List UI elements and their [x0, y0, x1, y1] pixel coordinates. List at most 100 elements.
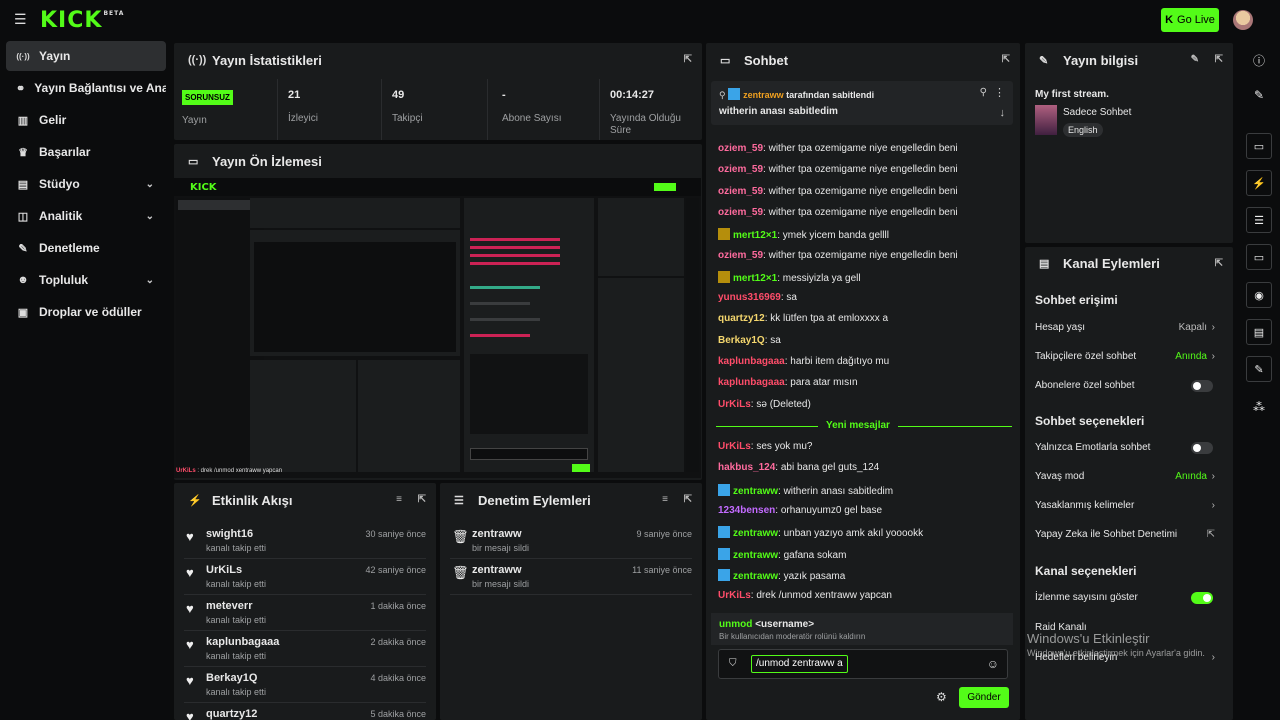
sidebar-item-label: Topluluk — [39, 273, 89, 287]
bolt-icon: ⚡ — [188, 494, 202, 507]
banned-words-row[interactable]: Yasaklanmış kelimeler › — [1035, 491, 1223, 520]
chat-message[interactable]: kaplunbagaaa: harbi item dağıtıyo mu — [718, 356, 1010, 377]
show-viewers-toggle[interactable] — [1191, 591, 1213, 604]
popout-icon[interactable]: ⇱ — [418, 494, 426, 505]
subs-only-toggle[interactable] — [1191, 379, 1213, 392]
gear-icon[interactable]: ⚙ — [936, 690, 947, 704]
list-item[interactable]: 🗑 zentraww bir mesajı sildi 11 saniye önce — [450, 561, 692, 595]
chat-input-box[interactable]: ⛉ /unmod zentraww a ☺ — [718, 649, 1008, 679]
heart-icon: ♥ — [186, 637, 194, 652]
list-item[interactable]: 🗑 zentraww bir mesajı sildi 9 saniye önce — [450, 525, 692, 559]
rail-wrench-icon[interactable]: ✎ — [1246, 356, 1272, 382]
activation-watermark: Windows'u Etkinleştir Windows'u etkinleş… — [1027, 631, 1205, 658]
unpin-icon[interactable]: ⚲ — [980, 87, 987, 98]
sidebar-item-7[interactable]: ☻ Topluluk ⌄ — [6, 265, 166, 295]
edit-icon[interactable]: ✎ — [1191, 54, 1199, 65]
panel-header: ☰ Denetim Eylemleri ≡ ⇱ — [440, 483, 702, 517]
popout-icon[interactable]: ⇱ — [684, 494, 692, 505]
stream-preview-video[interactable]: KICK UrKiLs : drek /unmod xentraww yapca… — [174, 178, 701, 478]
chat-message[interactable]: UrKiLs: sə (Deleted) — [718, 399, 1010, 420]
list-item[interactable]: ♥ swight16 kanalı takip etti 30 saniye önce — [184, 525, 426, 559]
avatar[interactable] — [1233, 10, 1253, 30]
list-item[interactable]: ♥ meteverr kanalı takip etti 1 dakika önce — [184, 597, 426, 631]
kick-logo[interactable]: KICKBETA — [40, 8, 123, 33]
chat-message[interactable]: oziem_59: wither tpa ozemigame niye enge… — [718, 143, 1010, 164]
chat-input[interactable]: /unmod zentraww a — [751, 655, 848, 673]
chat-message[interactable]: zentraww: witherin anası sabitledim — [718, 483, 1010, 505]
sidebar-item-8[interactable]: ▣ Droplar ve ödüller — [6, 297, 166, 327]
emotes-only-toggle[interactable] — [1191, 441, 1213, 454]
list-item[interactable]: ♥ quartzy12 5 dakika önce — [184, 705, 426, 720]
chat-message[interactable]: oziem_59: wither tpa ozemigame niye enge… — [718, 250, 1010, 271]
preview-icon: ▭ — [188, 155, 199, 168]
popout-icon[interactable]: ⇱ — [1215, 258, 1223, 269]
followers-only-row[interactable]: Takipçilere özel sohbet Anında › — [1035, 342, 1223, 371]
section-channel-options: Kanal seçenekleri — [1035, 564, 1137, 578]
sidebar-item-5[interactable]: ◫ Analitik ⌄ — [6, 201, 166, 231]
command-suggestion[interactable]: unmod <username> Bir kullanıcıdan modera… — [711, 613, 1013, 645]
account-age-row[interactable]: Hesap yaşı Kapalı › — [1035, 313, 1223, 342]
slow-mode-row[interactable]: Yavaş mod Anında › — [1035, 462, 1223, 491]
more-icon[interactable]: ⋮ — [994, 86, 1005, 99]
sidebar-item-3[interactable]: ♛ Başarılar — [6, 137, 166, 167]
pinned-message[interactable]: ⚲ zentraww tarafından sabitlendi witheri… — [711, 81, 1013, 125]
sidebar-item-label: Droplar ve ödüller — [39, 305, 142, 319]
ai-moderation-row[interactable]: Yapay Zeka ile Sohbet Denetimi ⇱ — [1035, 520, 1223, 549]
chat-message[interactable]: Berkay1Q: sa — [718, 335, 1010, 356]
sidebar-item-label: Başarılar — [39, 145, 91, 159]
chat-message[interactable]: zentraww: gafana sokam — [718, 547, 1010, 569]
list-item[interactable]: ♥ Berkay1Q kanalı takip etti 4 dakika önce — [184, 669, 426, 703]
sidebar-item-1[interactable]: ⚭ Yayın Bağlantısı ve Anahtarı — [6, 73, 166, 103]
list-item[interactable]: ♥ kaplunbagaaa kanalı takip etti 2 dakika ö… — [184, 633, 426, 667]
filter-icon[interactable]: ≡ — [662, 494, 668, 505]
rail-bolt-icon[interactable]: ⚡ — [1246, 170, 1272, 196]
chat-message[interactable]: quartzy12: kk lütfen tpa at emloxxxx a — [718, 313, 1010, 334]
filter-icon[interactable]: ≡ — [396, 494, 402, 505]
stream-info-panel: ✎ Yayın bilgisi ✎ ⇱ My first stream. Sadece… — [1025, 43, 1233, 243]
chat-message[interactable]: zentraww: unban yazıyo amk akıl yooookk — [718, 526, 1010, 547]
chat-message[interactable]: oziem_59: wither tpa ozemigame niye enge… — [718, 207, 1010, 228]
emoji-icon[interactable]: ☺ — [987, 657, 999, 671]
go-live-button[interactable]: K Go Live — [1161, 8, 1219, 32]
popout-icon[interactable]: ⇱ — [1002, 54, 1010, 65]
kick-k-icon: K — [1165, 14, 1174, 26]
chat-message[interactable]: hakbus_124: abi bana gel guts_124 — [718, 462, 1010, 483]
popout-icon[interactable]: ⇱ — [684, 54, 692, 65]
sidebar-item-0[interactable]: ((·)) Yayın — [6, 41, 166, 71]
rail-channel-icon[interactable]: ▤ — [1246, 319, 1272, 345]
send-button[interactable]: Gönder — [959, 687, 1009, 708]
panel-header: ▭ Yayın Ön İzlemesi — [174, 144, 702, 178]
chat-message[interactable]: zentraww: yazık pasama — [718, 568, 1010, 590]
heart-icon: ♥ — [186, 673, 194, 688]
chat-message[interactable]: kaplunbagaaa: para atar mısın — [718, 377, 1010, 398]
more-widgets-icon[interactable]: ⁂ — [1251, 400, 1267, 416]
chat-message[interactable]: UrKiLs: ses yok mu? — [718, 441, 1010, 462]
sidebar-item-2[interactable]: ▥ Gelir — [6, 105, 166, 135]
gift-icon: ▣ — [17, 306, 29, 319]
edit-icon[interactable]: ✎ — [1251, 88, 1267, 104]
list-item[interactable]: ♥ UrKiLs kanalı takip etti 42 saniye önce — [184, 561, 426, 595]
external-link-icon: ⇱ — [1206, 529, 1215, 540]
wrench-icon: ✎ — [18, 242, 28, 255]
rail-broadcast-icon[interactable]: ◉ — [1246, 282, 1272, 308]
popout-icon[interactable]: ⇱ — [1215, 54, 1223, 65]
chat-message[interactable]: 1234bensen: orhanuyumz0 gel base — [718, 505, 1010, 526]
menu-icon[interactable]: ☰ — [14, 12, 28, 26]
sidebar-item-4[interactable]: ▤ Stüdyo ⌄ — [6, 169, 166, 199]
rail-stats-icon[interactable]: ▭ — [1246, 133, 1272, 159]
sidebar-item-label: Gelir — [39, 113, 67, 127]
chat-message[interactable]: oziem_59: wither tpa ozemigame niye enge… — [718, 186, 1010, 207]
section-chat-options: Sohbet seçenekleri — [1035, 414, 1145, 428]
arrow-down-icon[interactable]: ↓ — [1000, 107, 1006, 119]
stat-uptime: 00:14:27 Yayında Olduğu Süre — [610, 89, 681, 136]
info-icon[interactable]: ⓘ — [1251, 52, 1267, 68]
chat-message[interactable]: UrKiLs: drek /unmod xentraww yapcan — [718, 590, 1010, 611]
chat-message[interactable]: mert12×1: messiyizla ya gell — [718, 270, 1010, 292]
chat-message[interactable]: yunus316969: sa — [718, 292, 1010, 313]
chat-message[interactable]: mert12×1: ymek yicem banda gellll — [718, 228, 1010, 249]
chevron-right-icon: › — [1211, 500, 1215, 511]
rail-chat-icon[interactable]: ▭ — [1246, 244, 1272, 270]
rail-list-icon[interactable]: ☰ — [1246, 207, 1272, 233]
sidebar-item-6[interactable]: ✎ Denetleme — [6, 233, 166, 263]
chat-message[interactable]: oziem_59: wither tpa ozemigame niye enge… — [718, 164, 1010, 185]
